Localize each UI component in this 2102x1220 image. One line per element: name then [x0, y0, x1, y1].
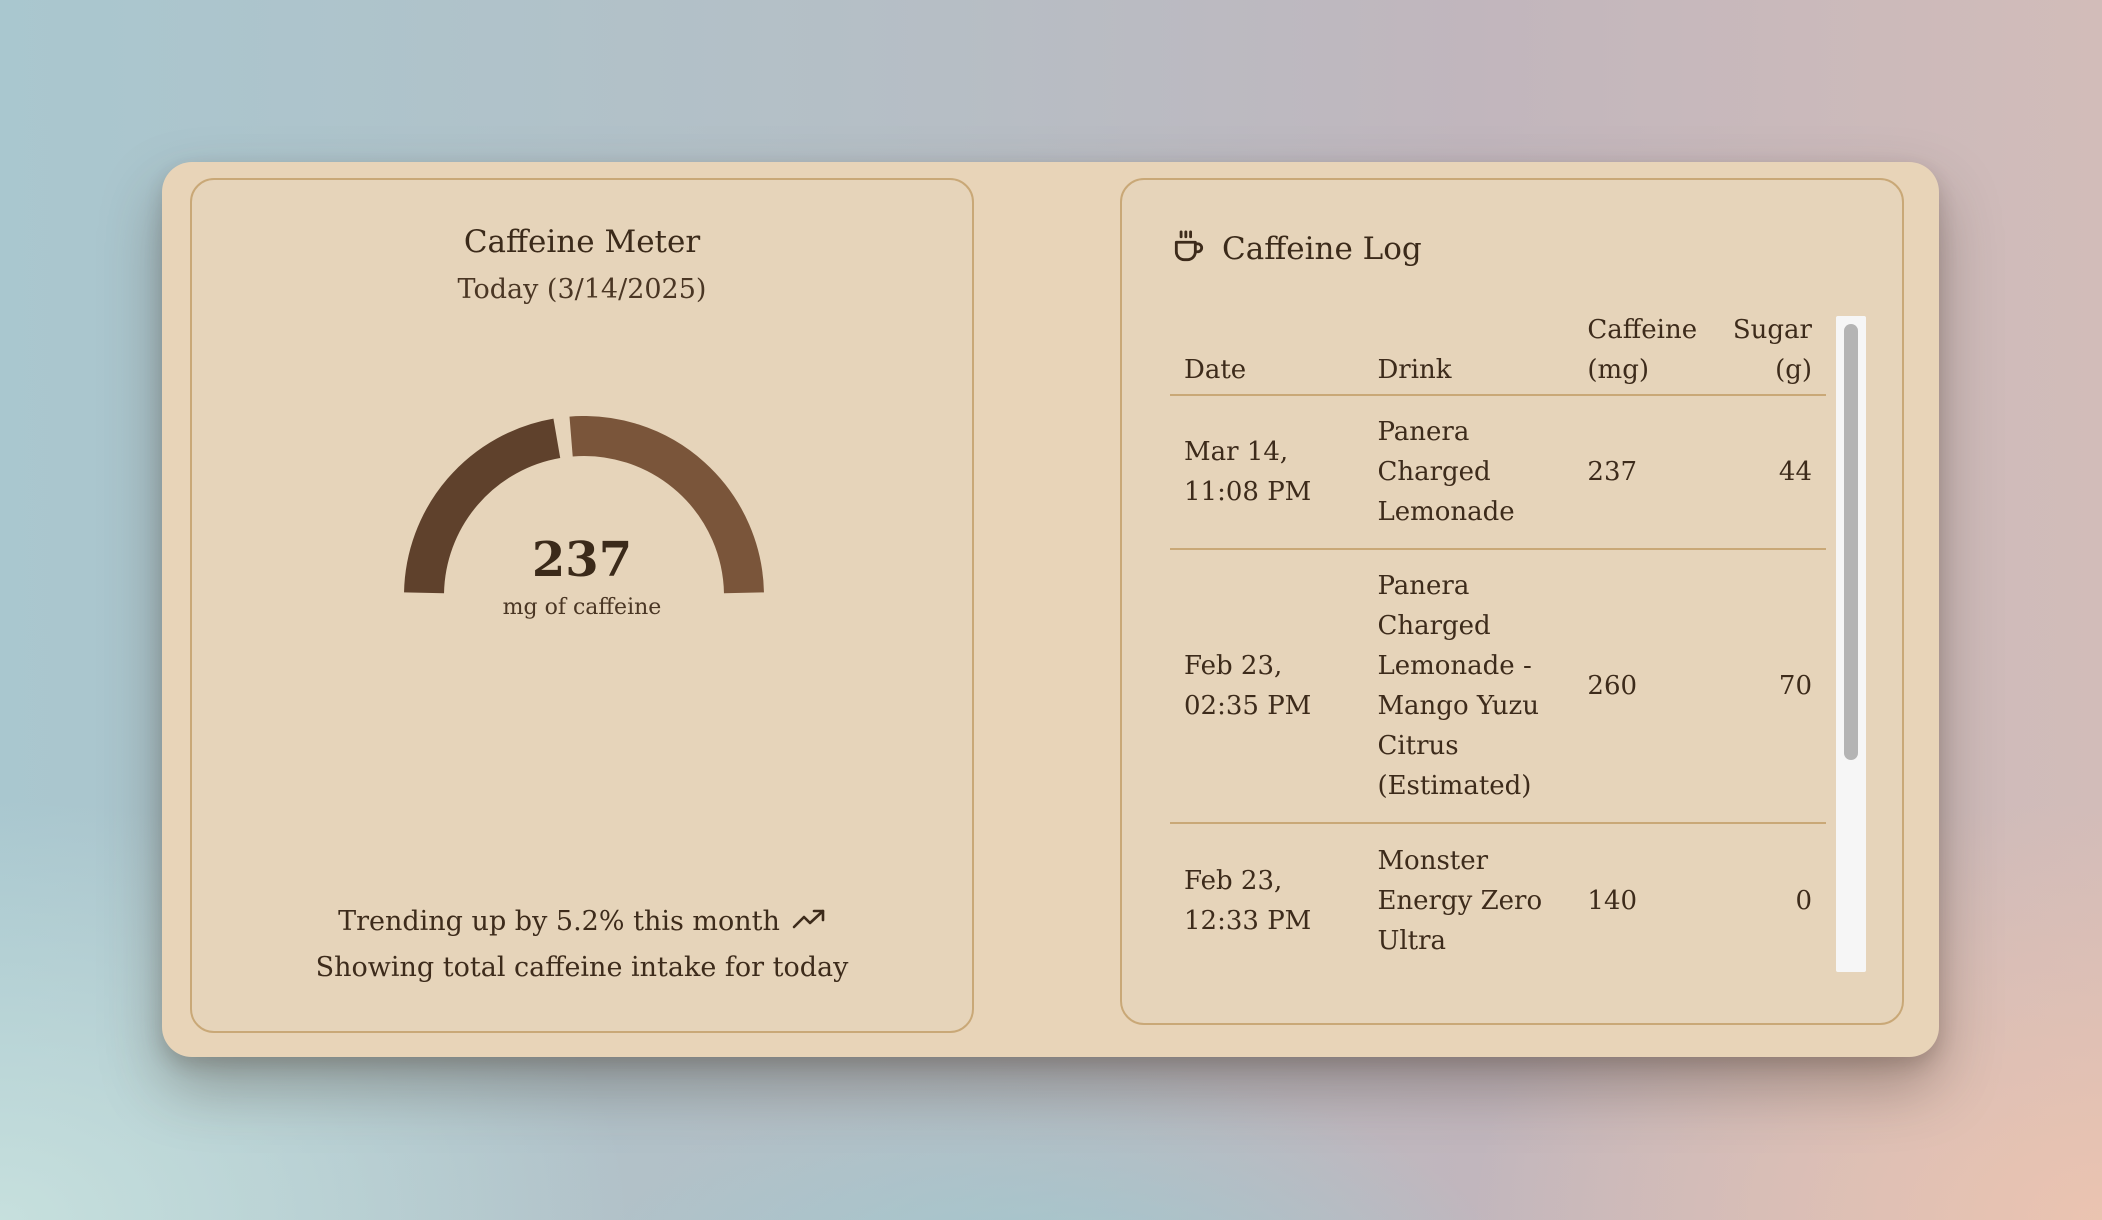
- column-header-date: Date: [1170, 310, 1364, 396]
- table-row: Feb 23, 02:35 PM Panera Charged Lemonade…: [1170, 549, 1826, 824]
- caffeine-meter-card: Caffeine Meter Today (3/14/2025) 237 mg …: [190, 178, 974, 1033]
- coffee-cup-icon: [1170, 228, 1208, 270]
- log-header: Caffeine Log: [1170, 228, 1422, 270]
- trend-line: Trending up by 5.2% this month: [192, 906, 972, 937]
- cell-sugar: 44: [1718, 395, 1826, 550]
- cell-date: Feb 23, 02:35 PM: [1170, 549, 1364, 824]
- cell-date: Mar 14, 11:08 PM: [1170, 395, 1364, 550]
- caffeine-log-card: Caffeine Log Date Drink Caffeine (mg) Su…: [1120, 178, 1904, 1025]
- scrollbar-thumb[interactable]: [1844, 324, 1858, 760]
- cell-date: Feb 23, 12:33 PM: [1184, 865, 1312, 936]
- cell-drink: Monster Energy Zero Ultra: [1377, 845, 1543, 956]
- cell-drink: Panera Charged Lemonade: [1363, 395, 1574, 550]
- column-header-drink: Drink: [1363, 310, 1574, 396]
- gauge-value: 237: [531, 532, 633, 588]
- cell-caffeine: 140: [1587, 885, 1638, 916]
- trend-text: Trending up by 5.2% this month: [338, 906, 780, 937]
- trending-up-icon: [792, 906, 826, 937]
- log-scrollbar[interactable]: [1836, 316, 1866, 972]
- cell-sugar: 0: [1795, 885, 1812, 916]
- table-row: Feb 23, 12:33 PM Monster Energy Zero Ult…: [1170, 823, 1826, 960]
- table-row: Mar 14, 11:08 PM Panera Charged Lemonade…: [1170, 395, 1826, 550]
- log-table-scroll-area[interactable]: Date Drink Caffeine (mg) Sugar (g) Mar 1…: [1170, 310, 1826, 960]
- column-header-sugar: Sugar (g): [1718, 310, 1826, 396]
- gauge-unit-label: mg of caffeine: [502, 595, 662, 620]
- meter-date: Today (3/14/2025): [457, 274, 707, 305]
- meter-footer-note: Showing total caffeine intake for today: [315, 952, 849, 983]
- column-header-caffeine: Caffeine (mg): [1573, 310, 1719, 396]
- cell-caffeine: 260: [1573, 549, 1719, 824]
- app-window: Caffeine Meter Today (3/14/2025) 237 mg …: [162, 162, 1939, 1057]
- meter-title: Caffeine Meter: [463, 224, 701, 260]
- table-header-row: Date Drink Caffeine (mg) Sugar (g): [1170, 310, 1826, 396]
- cell-caffeine: 237: [1573, 395, 1719, 550]
- cell-sugar: 70: [1718, 549, 1826, 824]
- cell-drink: Panera Charged Lemonade - Mango Yuzu Cit…: [1363, 549, 1574, 824]
- log-table: Date Drink Caffeine (mg) Sugar (g) Mar 1…: [1170, 310, 1826, 960]
- log-title: Caffeine Log: [1222, 231, 1422, 267]
